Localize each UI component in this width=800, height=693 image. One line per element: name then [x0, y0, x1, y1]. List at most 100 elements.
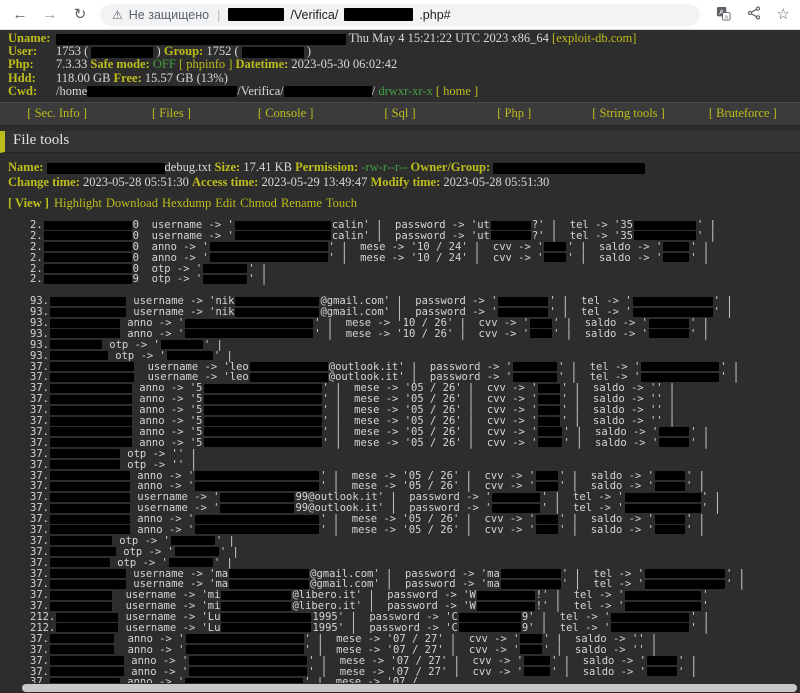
value-text: 7.3.33	[56, 57, 90, 71]
value-text: 93.	[30, 307, 49, 318]
redacted-box	[47, 163, 165, 174]
redacted-box	[655, 482, 685, 491]
shell-link[interactable]: [exploit-db.com]	[552, 31, 636, 45]
field-label: Free:	[114, 71, 142, 85]
redacted-box	[459, 623, 521, 632]
value-text: anno -> '5	[133, 383, 203, 394]
nav-item-sql[interactable]: [ Sql ]	[343, 106, 457, 121]
redacted-box	[611, 623, 689, 632]
back-button[interactable]: ←	[10, 7, 30, 22]
address-bar[interactable]: ⚠ Не защищено | /Verifica/ .php#	[100, 4, 700, 26]
value-text: anno -> '5	[133, 405, 203, 416]
value-text: ' | tel -> '	[562, 579, 644, 590]
value-text: username -> 'mi	[113, 590, 220, 601]
value-text: username -> 'nik	[127, 296, 234, 307]
value-text: anno -> '	[131, 471, 194, 482]
field-label: Permission:	[295, 160, 358, 174]
redacted-box	[221, 591, 291, 600]
action-edit[interactable]: Edit	[215, 196, 236, 210]
redacted-box	[44, 242, 132, 251]
file-content-line: 37. username -> 'ma@gmail.com' | passwor…	[30, 569, 800, 580]
file-content-line: 37. anno -> '5' | mese -> '05 / 26' | cv…	[30, 438, 800, 449]
forward-button[interactable]: →	[40, 7, 60, 22]
value-text: 37.	[30, 492, 49, 503]
value-text: ' | mese -> '05 / 26' | cvv -> '	[323, 427, 538, 438]
translate-icon[interactable]: Aa	[716, 6, 731, 24]
value-text: username -> 'leo	[135, 362, 249, 373]
value-text: ' |	[248, 274, 267, 285]
redacted-box	[204, 384, 322, 393]
nav-item-bruteforce[interactable]: [ Bruteforce ]	[686, 106, 800, 121]
action-hexdump[interactable]: Hexdump	[162, 196, 211, 210]
value-text: ' | mese -> '07 / 27' | cvv -> '	[308, 656, 523, 667]
redacted-box	[56, 613, 118, 622]
value-text: otp -> '	[113, 536, 170, 547]
redacted-box	[544, 242, 566, 251]
nav-item-string-tools[interactable]: [ String tools ]	[571, 106, 685, 121]
value-text: 93.	[30, 340, 49, 351]
value-text: ' |	[686, 525, 705, 536]
redacted-box	[649, 319, 689, 328]
file-content-line: 37. otp -> '' |	[30, 547, 800, 558]
value-text: 93.	[30, 296, 49, 307]
value-text: anno -> '	[131, 525, 194, 536]
shell-link[interactable]: [ phpinfo ]	[176, 57, 233, 71]
file-info-panel: Name: debug.txt Size: 17.41 KB Permissio…	[0, 153, 800, 189]
value-text: 37.	[30, 536, 49, 547]
redacted-box	[204, 417, 322, 426]
value-text: ' | tel -> '	[562, 569, 644, 580]
file-content-line: 37. anno -> '' | mese -> '07 / 27' | cvv…	[30, 656, 800, 667]
nav-item-console[interactable]: [ Console ]	[229, 106, 343, 121]
redacted-box	[538, 384, 560, 393]
redacted-box	[185, 319, 313, 328]
url-path-middle: /Verifica/	[290, 8, 338, 22]
file-content-line: 37. anno -> '' | mese -> '07 / 27' | cvv…	[30, 645, 800, 656]
value-text: ?' | tel -> '35	[532, 231, 633, 242]
action-rename[interactable]: Rename	[281, 196, 322, 210]
redacted-box	[210, 242, 328, 251]
file-content-line: 37. otp -> '' |	[30, 460, 800, 471]
file-content-line: 2.0 otp -> '' |	[30, 264, 800, 275]
redacted-box	[50, 525, 130, 534]
nav-item-files[interactable]: [ Files ]	[114, 106, 228, 121]
nav-item-sec-info[interactable]: [ Sec. Info ]	[0, 106, 114, 121]
action-highlight[interactable]: Highlight	[54, 196, 102, 210]
field-label: Safe mode:	[90, 57, 149, 71]
reload-button[interactable]: ↻	[70, 7, 90, 22]
redacted-box	[175, 547, 219, 556]
value-text: otp -> '' |	[121, 449, 197, 460]
action-touch[interactable]: Touch	[326, 196, 357, 210]
file-content-line: 37. anno -> '5' | mese -> '05 / 26' | cv…	[30, 416, 800, 427]
action-chmod[interactable]: Chmod	[240, 196, 277, 210]
value-text: ' |	[714, 307, 733, 318]
value-text: 17.41 KB	[240, 160, 295, 174]
value-text: ' |	[214, 351, 233, 362]
redacted-box	[44, 275, 132, 284]
action-view-active[interactable]: [ View ]	[8, 196, 49, 210]
action-download[interactable]: Download	[106, 196, 158, 210]
file-content-line: 37. otp -> '' |	[30, 558, 800, 569]
shell-link[interactable]: [ home ]	[433, 84, 478, 98]
file-content-line: 37. anno -> '' | mese -> '05 / 26' | cvv…	[30, 471, 800, 482]
value-text: 37.	[30, 427, 49, 438]
redacted-box	[498, 308, 548, 317]
bookmark-star-icon[interactable]: ☆	[777, 7, 790, 22]
value-text: 37.	[30, 405, 49, 416]
value-text: username -> 'ma	[127, 579, 228, 590]
share-icon[interactable]	[747, 6, 761, 23]
value-green: drwxr-xr-x	[378, 84, 432, 98]
value-text: 37.	[30, 416, 49, 427]
redacted-box	[641, 373, 719, 382]
redacted-box	[44, 221, 132, 230]
value-text: ' |	[714, 296, 733, 307]
nav-item-php[interactable]: [ Php ]	[457, 106, 571, 121]
redacted-box	[221, 602, 291, 611]
redacted-box	[538, 427, 562, 436]
redacted-box	[647, 656, 677, 665]
value-text: 37.	[30, 394, 49, 405]
value-text: ' | tel -> '	[558, 362, 640, 373]
horizontal-scrollbar-thumb[interactable]	[22, 684, 797, 692]
server-info-panel: Uname: Thu May 4 15:21:22 UTC 2023 x86_6…	[0, 32, 800, 98]
redacted-box	[625, 591, 701, 600]
redacted-box	[50, 297, 126, 306]
